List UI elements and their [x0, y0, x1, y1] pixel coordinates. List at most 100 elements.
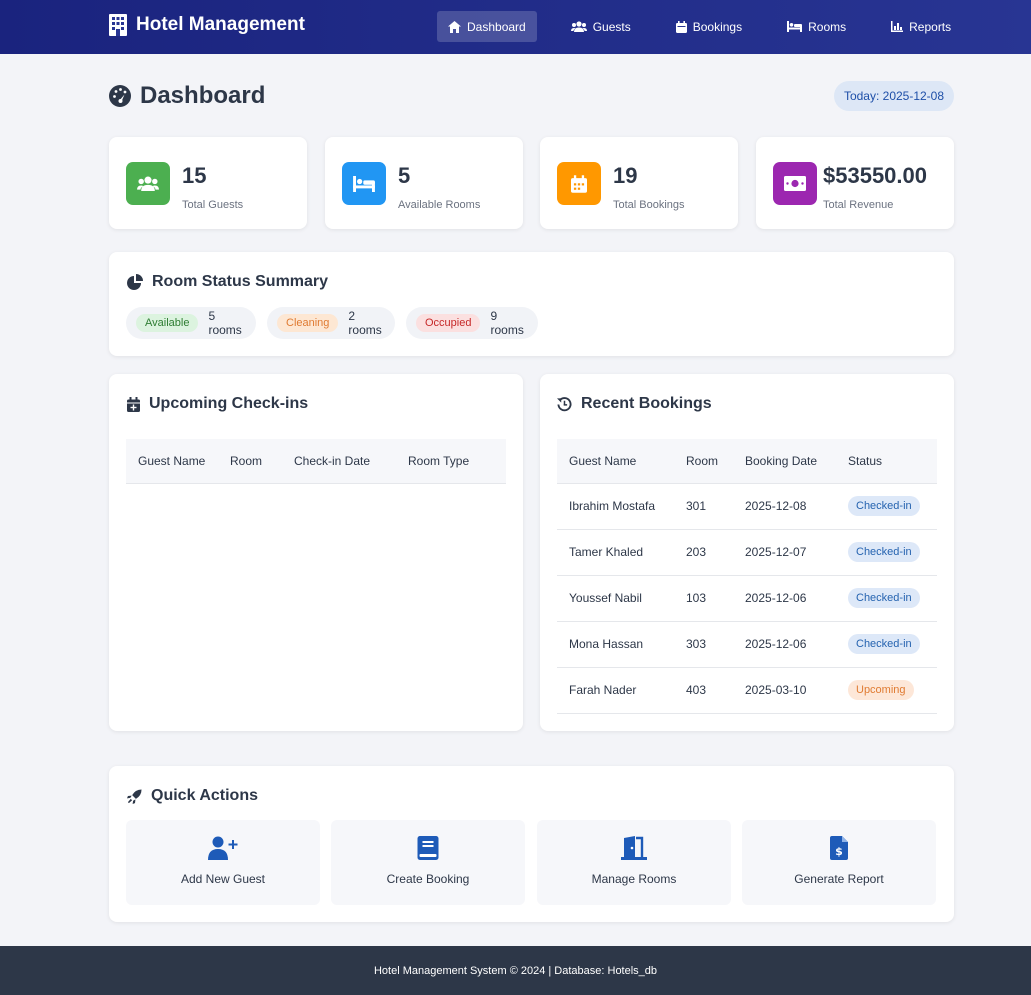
stat-label-guests: Total Guests: [182, 199, 244, 211]
door-open-icon: [621, 836, 647, 860]
stat-value-guests: 15: [182, 163, 207, 188]
recent-col-guest: Guest Name: [557, 439, 686, 484]
checkins-title-text: Upcoming Check-ins: [149, 395, 309, 412]
stat-card-bookings: 19 Total Bookings: [540, 137, 738, 229]
stat-icon-rooms: [342, 162, 386, 205]
stat-label-revenue: Total Revenue: [823, 199, 894, 211]
building-icon: [109, 14, 127, 36]
stat-value-revenue: $53550.00: [823, 163, 927, 188]
users-icon: [570, 21, 587, 32]
add-guest-button[interactable]: Add New Guest: [126, 820, 320, 905]
svg-text:$: $: [835, 845, 843, 858]
recent-date: 2025-12-08: [745, 483, 848, 530]
status-badge: Upcoming: [848, 680, 914, 700]
checkins-col-guest: Guest Name: [126, 439, 230, 484]
recent-bookings-title-text: Recent Bookings: [581, 395, 712, 412]
status-badge: Checked-in: [848, 588, 920, 608]
nav-rooms-label: Rooms: [808, 19, 847, 34]
checkins-col-date: Check-in Date: [294, 439, 408, 484]
status-badge: Checked-in: [848, 496, 920, 516]
recent-room: 403: [686, 667, 745, 714]
status-tag-occupied: Occupied: [416, 314, 481, 332]
create-booking-label: Create Booking: [386, 872, 470, 886]
nav-reports-label: Reports: [909, 19, 952, 34]
page-title: Dashboard: [108, 82, 265, 110]
status-pill-occupied: Occupied 9 rooms: [406, 307, 538, 339]
manage-rooms-button[interactable]: Manage Rooms: [537, 820, 731, 905]
checkins-header-row: Guest Name Room Check-in Date Room Type: [126, 439, 506, 484]
bed-icon: [353, 175, 375, 192]
recent-room: 301: [686, 483, 745, 530]
chart-icon: [891, 21, 904, 32]
recent-status-cell: Upcoming: [848, 667, 937, 714]
table-row[interactable]: Mona Hassan 303 2025-12-06 Checked-in: [557, 621, 937, 668]
recent-date: 2025-12-06: [745, 621, 848, 668]
stat-icon-revenue: [773, 162, 817, 205]
navbar: Hotel Management Dashboard Guests Bookin…: [0, 0, 1031, 54]
recent-guest: Farah Nader: [557, 667, 686, 714]
table-row[interactable]: Tamer Khaled 203 2025-12-07 Checked-in: [557, 529, 937, 576]
recent-date: 2025-12-06: [745, 575, 848, 622]
book-icon: [417, 836, 439, 860]
quick-actions-title-text: Quick Actions: [151, 787, 258, 804]
brand[interactable]: Hotel Management: [108, 14, 305, 36]
nav-reports[interactable]: Reports: [880, 11, 962, 42]
recent-date: 2025-03-10: [745, 667, 848, 714]
room-status-title: Room Status Summary: [127, 273, 328, 291]
status-badge: Checked-in: [848, 542, 920, 562]
calendar-icon: [571, 174, 587, 193]
stat-value-bookings: 19: [613, 163, 638, 188]
footer: Hotel Management System © 2024 | Databas…: [0, 946, 1031, 995]
recent-status-cell: Checked-in: [848, 483, 937, 530]
recent-bookings-table: Guest Name Room Booking Date Status Ibra…: [557, 439, 937, 714]
gauge-icon: [109, 85, 131, 107]
room-status-card: [109, 252, 954, 356]
nav-guests-label: Guests: [592, 19, 631, 34]
money-icon: [784, 176, 806, 191]
status-tag-available: Available: [136, 314, 199, 332]
checkins-table: Guest Name Room Check-in Date Room Type: [126, 439, 506, 484]
nav-rooms[interactable]: Rooms: [776, 11, 857, 42]
users-icon: [137, 176, 159, 191]
room-status-title-text: Room Status Summary: [152, 273, 329, 290]
recent-guest: Youssef Nabil: [557, 575, 686, 622]
stat-card-guests: 15 Total Guests: [109, 137, 307, 229]
nav-bookings[interactable]: Bookings: [665, 11, 753, 42]
main-nav: Dashboard Guests Bookings Rooms Reports: [437, 11, 985, 42]
footer-text: Hotel Management System © 2024 | Databas…: [373, 964, 658, 977]
checkins-col-type: Room Type: [408, 439, 506, 484]
status-count-occupied: 9 rooms: [490, 309, 524, 337]
rocket-icon: [127, 788, 142, 804]
recent-guest: Ibrahim Mostafa: [557, 483, 686, 530]
recent-room: 303: [686, 621, 745, 668]
recent-status-cell: Checked-in: [848, 529, 937, 576]
stat-card-revenue: $53550.00 Total Revenue: [756, 137, 954, 229]
status-badge: Checked-in: [848, 634, 920, 654]
manage-rooms-label: Manage Rooms: [591, 872, 677, 886]
add-guest-label: Add New Guest: [180, 872, 266, 886]
calendar-icon: [675, 20, 687, 33]
nav-dashboard[interactable]: Dashboard: [437, 11, 537, 42]
today-badge: Today: 2025-12-08: [834, 81, 954, 111]
table-row[interactable]: Youssef Nabil 103 2025-12-06 Checked-in: [557, 575, 937, 622]
recent-guest: Mona Hassan: [557, 621, 686, 668]
history-icon: [557, 396, 572, 411]
recent-status-cell: Checked-in: [848, 575, 937, 622]
quick-actions-title: Quick Actions: [127, 787, 258, 805]
nav-bookings-label: Bookings: [692, 19, 743, 34]
user-plus-icon: [208, 836, 238, 860]
generate-report-label: Generate Report: [794, 872, 884, 886]
nav-guests[interactable]: Guests: [560, 11, 642, 42]
generate-report-button[interactable]: $ Generate Report: [742, 820, 936, 905]
create-booking-button[interactable]: Create Booking: [331, 820, 525, 905]
recent-col-room: Room: [686, 439, 745, 484]
recent-status-cell: Checked-in: [848, 621, 937, 668]
stat-value-rooms: 5: [398, 163, 411, 188]
recent-header-row: Guest Name Room Booking Date Status: [557, 439, 937, 484]
table-row[interactable]: Farah Nader 403 2025-03-10 Upcoming: [557, 667, 937, 714]
recent-date: 2025-12-07: [745, 529, 848, 576]
table-row[interactable]: Ibrahim Mostafa 301 2025-12-08 Checked-i…: [557, 483, 937, 530]
home-icon: [448, 20, 461, 33]
checkins-col-room: Room: [230, 439, 294, 484]
brand-title: Hotel Management: [136, 14, 305, 35]
